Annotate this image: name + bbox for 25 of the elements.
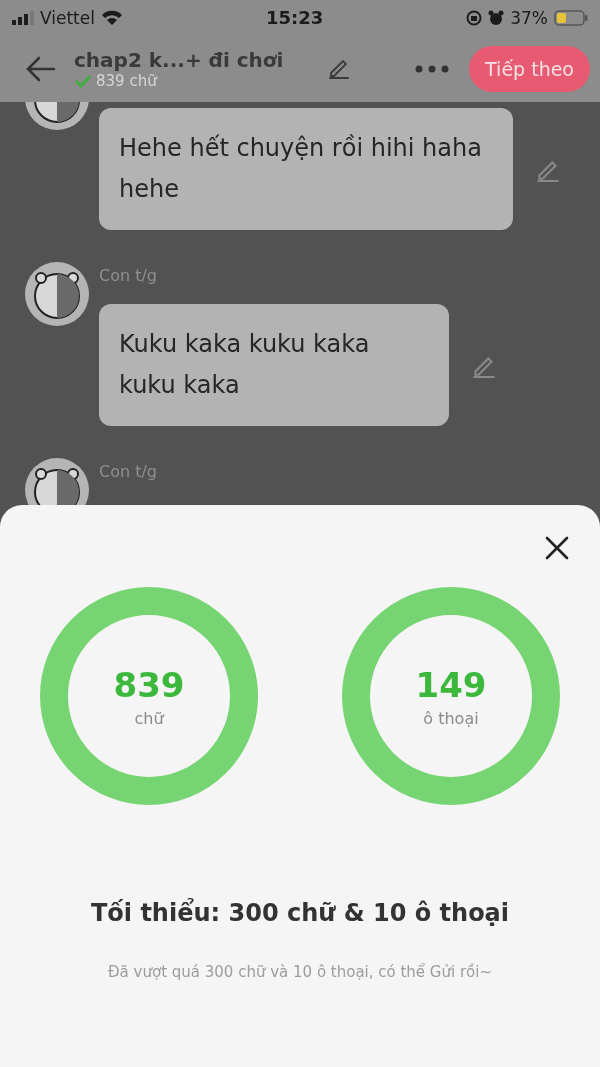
stat-label: chữ bbox=[134, 708, 164, 728]
clock-time: 15:23 bbox=[265, 7, 324, 28]
author-name: Con t/g bbox=[99, 462, 157, 482]
carrier-name: Viettel bbox=[40, 7, 95, 28]
status-note: Đã vượt quá 300 chữ và 10 ô thoại, có thể Gửi rồi~ bbox=[108, 963, 492, 981]
check-icon bbox=[74, 73, 92, 88]
stat-label: ô thoại bbox=[423, 708, 479, 728]
close-button[interactable] bbox=[544, 535, 570, 561]
battery-icon bbox=[554, 9, 588, 26]
back-icon[interactable] bbox=[26, 55, 56, 82]
battery-percent: 37% bbox=[510, 7, 548, 28]
requirement-text: Tối thiểu: 300 chữ & 10 ô thoại bbox=[90, 899, 510, 927]
next-button[interactable]: Tiếp theo bbox=[469, 45, 590, 92]
more-icon[interactable] bbox=[415, 64, 450, 73]
word-count: 839 chữ bbox=[96, 71, 157, 90]
wifi-icon bbox=[100, 9, 123, 26]
message-bubble: Hehe hết chuyện rồi hihi haha hehe bbox=[99, 108, 513, 230]
stat-value: 839 bbox=[113, 664, 185, 705]
message-bubble: Kuku kaka kuku kaka kuku kaka bbox=[99, 304, 449, 426]
signal-icon bbox=[12, 10, 34, 25]
avatar-icon bbox=[25, 262, 89, 326]
author-name: Con t/g bbox=[99, 266, 158, 286]
chapter-title: chap2 k...+ đi chơi bbox=[74, 47, 284, 72]
rotation-lock-icon bbox=[466, 9, 483, 26]
stat-value: 149 bbox=[415, 664, 487, 705]
